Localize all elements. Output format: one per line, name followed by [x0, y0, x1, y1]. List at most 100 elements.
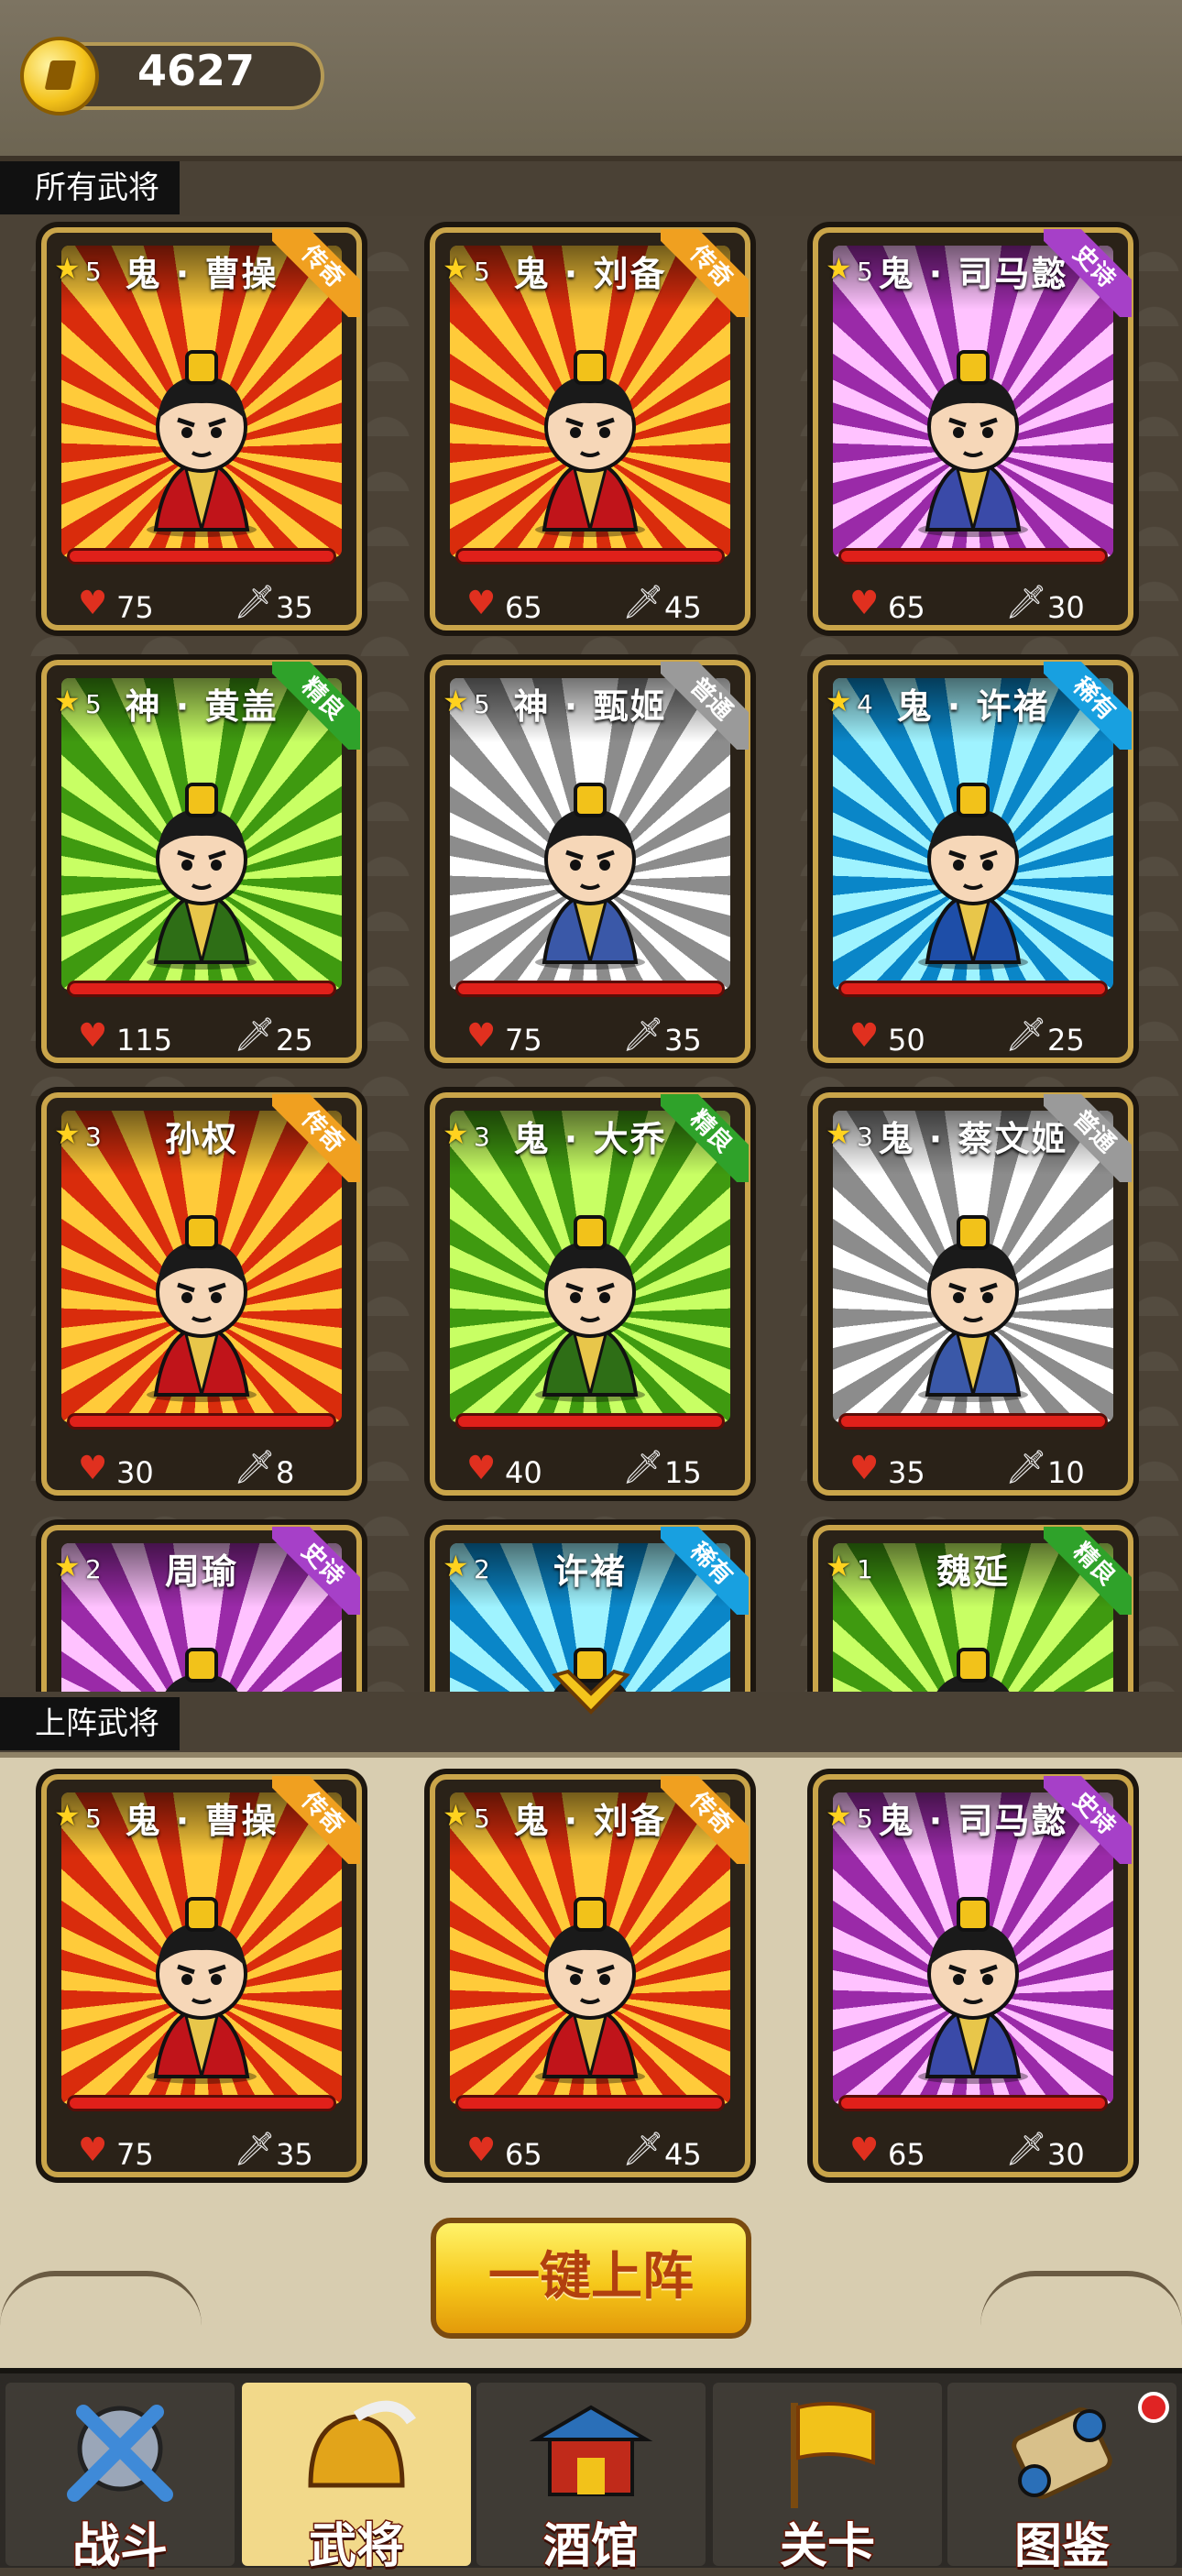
sword-icon: 🗡 — [622, 2131, 664, 2168]
rarity-ribbon: 普通 — [1044, 1094, 1132, 1182]
heart-icon: ♥ — [466, 2132, 497, 2169]
sword-icon: 🗡 — [622, 584, 664, 621]
roster-general-card[interactable]: ★ 5 神 · 黄盖 精良 ♥ 115 🗡 25 — [41, 660, 362, 1063]
bottom-nav: 战斗 武将 酒馆 关卡 图鉴 — [0, 2368, 1182, 2576]
hero-portrait — [128, 1893, 275, 2086]
attack-value: 10 — [1047, 1455, 1085, 1490]
attack-value: 8 — [276, 1455, 295, 1490]
roster-general-card[interactable]: ★ 5 神 · 甄姬 普通 ♥ 75 🗡 35 — [430, 660, 750, 1063]
deployed-general-card[interactable]: ★ 5 鬼 · 司马懿 史诗 ♥ 65 🗡 30 — [813, 1774, 1133, 2177]
health-value: 65 — [888, 2137, 925, 2172]
roster-general-card[interactable]: ★ 2 许褚 稀有 ♥ 🗡 — [430, 1525, 750, 1692]
rarity-ribbon: 史诗 — [1044, 229, 1132, 317]
general-helmet-icon — [292, 2394, 421, 2513]
attack-value: 25 — [1047, 1023, 1085, 1058]
sword-icon: 🗡 — [234, 1449, 276, 1486]
health-value: 35 — [888, 1455, 925, 1490]
health-value: 75 — [116, 590, 154, 625]
rarity-label: 稀有 — [661, 1527, 749, 1615]
rarity-label: 传奇 — [272, 1094, 360, 1182]
tavern-pagoda-icon — [527, 2394, 655, 2513]
rarity-label: 史诗 — [1044, 1776, 1132, 1864]
heart-icon: ♥ — [78, 1450, 108, 1487]
top-bar: 4627 — [0, 0, 1182, 161]
health-bar — [838, 1413, 1108, 1430]
section-label-deployed-generals: 上阵武将 — [0, 1697, 180, 1750]
roster-general-card[interactable]: ★ 3 鬼 · 大乔 精良 ♥ 40 🗡 15 — [430, 1092, 750, 1496]
sword-icon: 🗡 — [622, 1016, 664, 1054]
rarity-label: 精良 — [661, 1094, 749, 1182]
health-bar — [455, 548, 725, 565]
roster-general-card[interactable]: ★ 1 魏延 精良 ♥ 🗡 — [813, 1525, 1133, 1692]
attack-value: 25 — [276, 1023, 313, 1058]
heart-icon: ♥ — [78, 585, 108, 622]
scroll-codex-icon — [998, 2394, 1126, 2513]
sword-icon: 🗡 — [1005, 2131, 1047, 2168]
attack-value: 45 — [664, 2137, 702, 2172]
nav-tab-4[interactable]: 图鉴 — [947, 2383, 1177, 2576]
health-value: 65 — [888, 590, 925, 625]
attack-value: 30 — [1047, 2137, 1085, 2172]
nav-tab-3[interactable]: 关卡 — [713, 2383, 942, 2576]
hero-portrait — [900, 346, 1046, 539]
roster-general-card[interactable]: ★ 2 周瑜 史诗 ♥ 🗡 — [41, 1525, 362, 1692]
roster-general-card[interactable]: ★ 5 鬼 · 司马懿 史诗 ♥ 65 🗡 30 — [813, 227, 1133, 630]
rarity-ribbon: 传奇 — [661, 229, 749, 317]
rarity-ribbon: 史诗 — [1044, 1776, 1132, 1864]
panel-ornament-right — [980, 2271, 1182, 2340]
sword-icon: 🗡 — [1005, 584, 1047, 621]
health-value: 65 — [505, 2137, 542, 2172]
hero-portrait — [128, 346, 275, 539]
nav-tab-label: 图鉴 — [1012, 2518, 1111, 2576]
nav-tab-0[interactable]: 战斗 — [5, 2383, 235, 2576]
roster-general-card[interactable]: ★ 5 鬼 · 刘备 传奇 ♥ 65 🗡 45 — [430, 227, 750, 630]
roster-general-card[interactable]: ★ 3 孙权 传奇 ♥ 30 🗡 8 — [41, 1092, 362, 1496]
rarity-ribbon: 精良 — [1044, 1527, 1132, 1615]
rarity-ribbon: 稀有 — [661, 1527, 749, 1615]
hero-portrait — [900, 1211, 1046, 1404]
roster-general-card[interactable]: ★ 3 鬼 · 蔡文姬 普通 ♥ 35 🗡 10 — [813, 1092, 1133, 1496]
rarity-ribbon: 精良 — [661, 1094, 749, 1182]
sword-icon: 🗡 — [234, 1016, 276, 1054]
hero-portrait — [128, 779, 275, 971]
chevron-down-icon[interactable] — [550, 1668, 632, 1723]
rarity-label: 传奇 — [661, 1776, 749, 1864]
generals-roster-list[interactable]: ★ 5 鬼 · 曹操 传奇 ♥ 75 🗡 35 ★ 5 鬼 · 刘备 传奇 ♥ … — [0, 216, 1182, 1692]
sword-icon: 🗡 — [622, 1449, 664, 1486]
attack-value: 35 — [276, 2137, 313, 2172]
health-bar — [838, 2095, 1108, 2111]
auto-deploy-button[interactable]: 一键上阵 — [431, 2218, 751, 2339]
nav-tab-1[interactable]: 武将 — [242, 2383, 471, 2576]
health-value: 75 — [116, 2137, 154, 2172]
nav-tab-label: 酒馆 — [542, 2518, 640, 2576]
health-value: 40 — [505, 1455, 542, 1490]
rarity-label: 精良 — [272, 662, 360, 750]
section-label-all-generals: 所有武将 — [0, 161, 180, 214]
panel-ornament-left — [0, 2271, 202, 2340]
roster-general-card[interactable]: ★ 4 鬼 · 许褚 稀有 ♥ 50 🗡 25 — [813, 660, 1133, 1063]
attack-value: 35 — [276, 590, 313, 625]
crossed-swords-shield-icon — [56, 2394, 184, 2513]
rarity-label: 普通 — [1044, 1094, 1132, 1182]
attack-value: 15 — [664, 1455, 702, 1490]
heart-icon: ♥ — [849, 585, 880, 622]
gold-coin-icon — [20, 37, 99, 115]
rarity-ribbon: 史诗 — [272, 1527, 360, 1615]
sword-icon: 🗡 — [1005, 1449, 1047, 1486]
heart-icon: ♥ — [466, 585, 497, 622]
nav-tab-2[interactable]: 酒馆 — [476, 2383, 706, 2576]
deployed-general-card[interactable]: ★ 5 鬼 · 曹操 传奇 ♥ 75 🗡 35 — [41, 1774, 362, 2177]
rarity-ribbon: 精良 — [272, 662, 360, 750]
rarity-label: 史诗 — [272, 1527, 360, 1615]
health-bar — [838, 548, 1108, 565]
hero-portrait — [900, 1893, 1046, 2086]
deployed-general-card[interactable]: ★ 5 鬼 · 刘备 传奇 ♥ 65 🗡 45 — [430, 1774, 750, 2177]
hero-portrait — [517, 779, 663, 971]
rarity-ribbon: 普通 — [661, 662, 749, 750]
rarity-label: 精良 — [1044, 1527, 1132, 1615]
health-value: 30 — [116, 1455, 154, 1490]
health-bar — [67, 981, 336, 997]
rarity-label: 传奇 — [661, 229, 749, 317]
hero-portrait — [900, 1644, 1046, 1692]
roster-general-card[interactable]: ★ 5 鬼 · 曹操 传奇 ♥ 75 🗡 35 — [41, 227, 362, 630]
